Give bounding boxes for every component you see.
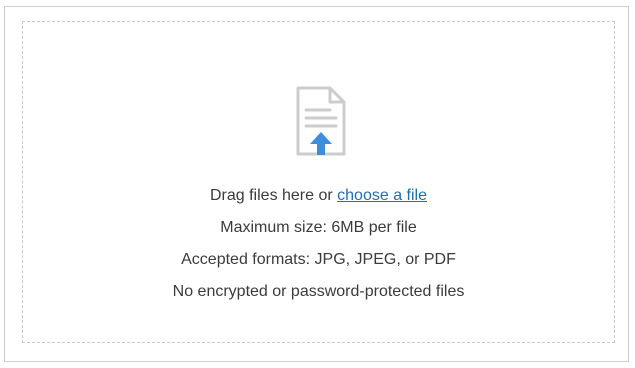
- drag-instruction: Drag files here or choose a file: [22, 180, 615, 212]
- dropzone-instructions: Drag files here or choose a file Maximum…: [22, 180, 615, 308]
- max-size-text: Maximum size: 6MB per file: [220, 219, 417, 236]
- file-upload-icon: [296, 86, 346, 156]
- restriction-text: No encrypted or password-protected files: [172, 283, 465, 300]
- choose-file-link[interactable]: choose a file: [337, 187, 427, 204]
- drag-text: Drag files here or: [209, 187, 338, 204]
- accepted-formats-text: Accepted formats: JPG, JPEG, or PDF: [181, 251, 456, 268]
